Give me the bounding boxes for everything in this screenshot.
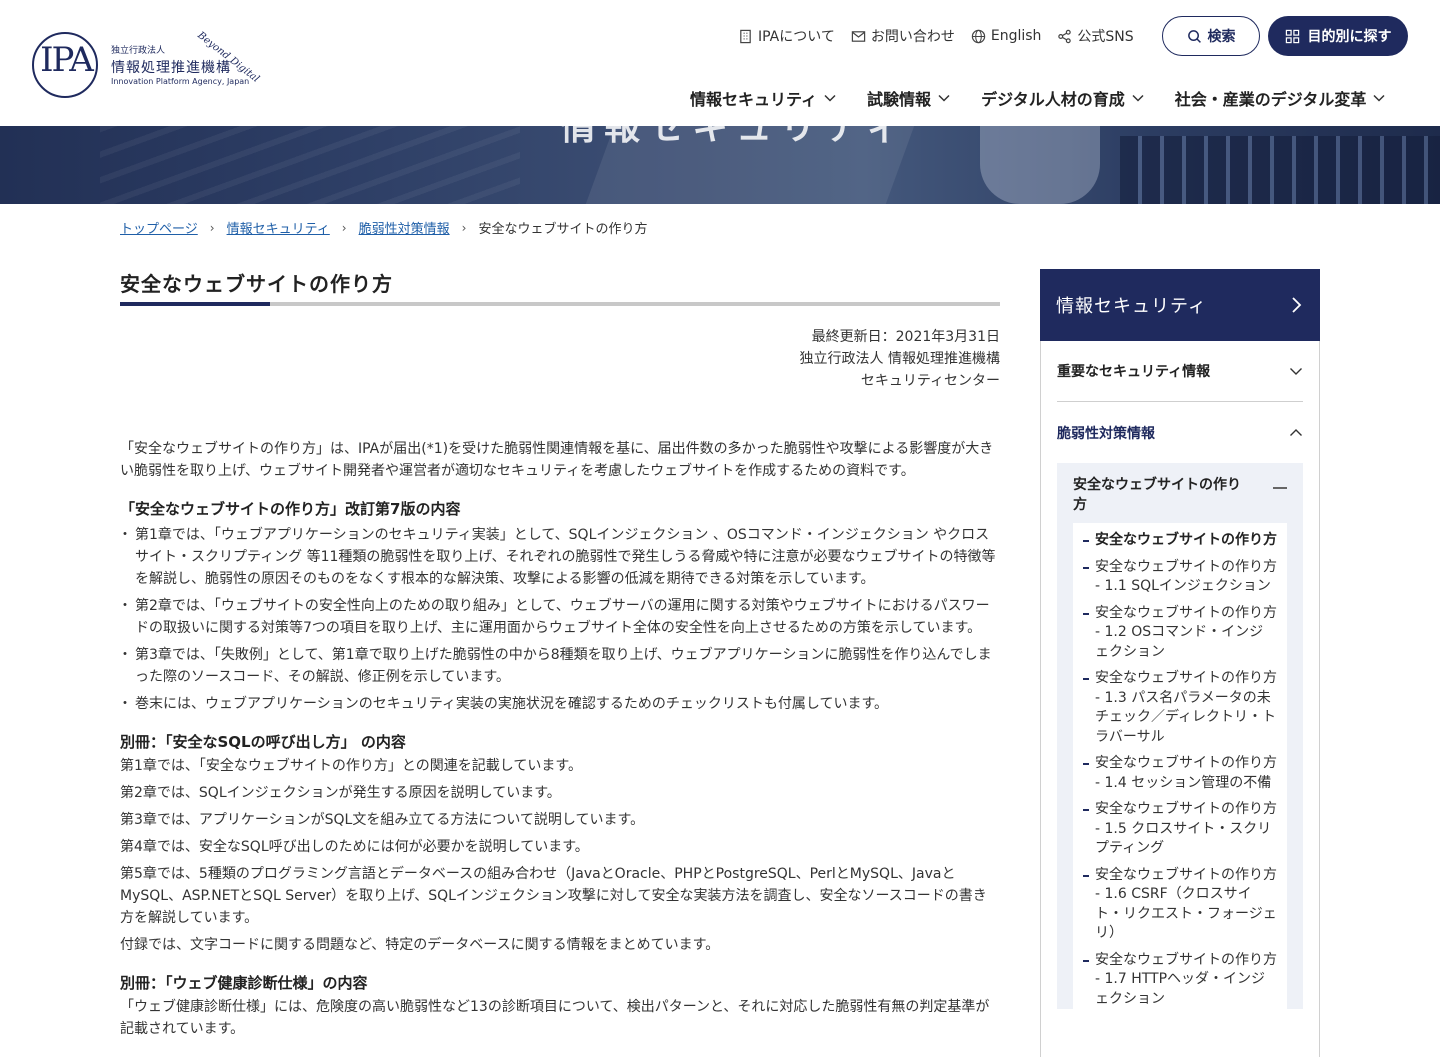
breadcrumb-link-top[interactable]: トップページ [120,218,198,237]
page-meta: 最終更新日：2021年3月31日 独立行政法人 情報処理推進機構 セキュリティセ… [120,326,1000,392]
section-heading: 別冊：「ウェブ健康診断仕様」の内容 [120,974,368,992]
hero-keyboard-image [1120,136,1440,204]
sidebar-sub-item[interactable]: 安全なウェブサイトの作り方 - 1.7 HTTPヘッダ・インジェクション [1083,951,1277,1010]
util-about-link[interactable]: IPAについて [738,26,835,46]
sidebar-subsection-toggle[interactable]: 安全なウェブサイトの作り方 [1073,475,1287,523]
sidebar-sub-item[interactable]: 安全なウェブサイトの作り方 - 1.3 パス名パラメータの未チェック／ディレクト… [1083,669,1277,747]
paragraph: 第3章では、アプリケーションがSQL文を組み立てる方法について説明しています。 [120,812,645,828]
sidebar-sub-item[interactable]: 安全なウェブサイトの作り方 - 1.6 CSRF（クロスサイト・リクエスト・フォ… [1083,866,1277,944]
ipa-logo[interactable]: IPA 独立行政法人 情報処理推進機構 Innovation Platform … [32,26,261,100]
section-heading: 別冊：「安全なSQLの呼び出し方」 の内容 [120,733,406,751]
sidebar-subsection-title: 安全なウェブサイトの作り方 [1073,477,1241,513]
paragraph: 「ウェブ健康診断仕様」には、危険度の高い脆弱性など13の診断項目について、検出パ… [120,999,990,1037]
breadcrumb-link-info-security[interactable]: 情報セキュリティ [227,218,330,237]
find-by-purpose-button[interactable]: 目的別に探す [1268,16,1408,56]
chevron-down-icon [1290,368,1302,375]
util-sns-link[interactable]: 公式SNS [1057,26,1134,46]
breadcrumb-link-vuln[interactable]: 脆弱性対策情報 [359,218,450,237]
building-icon [740,29,751,43]
list-item: 第2章では、「ウェブサイトの安全性向上のための取り組み」として、ウェブサーバの運… [118,595,1000,639]
chevron-down-icon [938,94,950,102]
utility-nav: IPAについて お問い合わせ English 公式SNS [738,24,1134,48]
nav-info-security-label: 情報セキュリティ [690,90,818,109]
chevron-up-icon [1290,428,1302,436]
list-item: 第1章では、「ウェブアプリケーションのセキュリティ実装」として、SQLインジェク… [118,524,1000,590]
hero-decoration [100,126,520,204]
breadcrumb: トップページ › 情報セキュリティ › 脆弱性対策情報 › 安全なウェブサイトの… [120,218,648,238]
logo-small-text: 独立行政法人 [111,46,166,56]
sidebar-item-label: 重要なセキュリティ情報 [1057,364,1211,380]
hero-banner: 情報セキュリティ [0,126,1440,204]
list-item: 巻末には、ウェブアプリケーションのセキュリティ実装の実施状況を確認するためのチェ… [118,693,1000,715]
last-updated: 最終更新日：2021年3月31日 [811,329,1000,345]
main-nav: 情報セキュリティ 試験情報 デジタル人材の育成 社会・産業のデジタル変革 [690,86,1386,110]
organization: 独立行政法人 情報処理推進機構 [799,351,1000,367]
nav-digital-talent[interactable]: デジタル人材の育成 [981,86,1145,110]
sidebar-sub-item[interactable]: 安全なウェブサイトの作り方 [1083,531,1277,551]
nav-digital-transformation-label: 社会・産業のデジタル変革 [1174,90,1367,109]
nav-info-security[interactable]: 情報セキュリティ [690,86,837,110]
chevron-down-icon [824,94,836,102]
sidebar-sub-item[interactable]: 安全なウェブサイトの作り方 - 1.1 SQLインジェクション [1083,558,1277,597]
section-list: 第1章では、「ウェブアプリケーションのセキュリティ実装」として、SQLインジェク… [118,524,1000,715]
paragraph: 第4章では、安全なSQL呼び出しのためには何が必要かを説明しています。 [120,839,589,855]
page-title: 安全なウェブサイトの作り方 [120,272,393,296]
chevron-right-icon: › [461,220,467,235]
search-icon [1187,29,1201,43]
sidebar-sub-list: 安全なウェブサイトの作り方 安全なウェブサイトの作り方 - 1.1 SQLインジ… [1073,523,1287,1009]
breadcrumb-current: 安全なウェブサイトの作り方 [478,222,648,237]
collapse-icon [1273,487,1287,489]
sidebar-item-vuln-info[interactable]: 脆弱性対策情報 [1057,402,1303,463]
nav-digital-talent-label: デジタル人材の育成 [981,90,1125,109]
util-english-label: English [990,28,1042,44]
search-button[interactable]: 検索 [1162,16,1260,56]
nav-exam-info[interactable]: 試験情報 [867,86,951,110]
chevron-right-icon [1292,297,1302,313]
util-about-label: IPAについて [758,29,835,45]
section-heading: 「安全なウェブサイトの作り方」改訂第7版の内容 [120,500,461,518]
util-contact-label: お問い合わせ [870,29,955,45]
chevron-right-icon: › [341,220,347,235]
search-button-label: 検索 [1207,29,1236,45]
util-contact-link[interactable]: お問い合わせ [851,26,955,46]
paragraph: 第1章では、「安全なウェブサイトの作り方」との関連を記載しています。 [120,758,582,774]
grid-icon [1285,29,1299,43]
logo-english-text: Innovation Platform Agency, Japan [111,77,250,86]
chevron-down-icon [1373,94,1385,102]
list-item: 第3章では、「失敗例」として、第1章で取り上げた脆弱性の中から8種類を取り上げ、… [118,644,1000,688]
find-by-purpose-label: 目的別に探す [1307,29,1392,45]
nav-digital-transformation[interactable]: 社会・産業のデジタル変革 [1175,86,1387,110]
title-underline [120,302,1000,306]
chevron-right-icon: › [209,220,215,235]
sidebar-subsection: 安全なウェブサイトの作り方 安全なウェブサイトの作り方 安全なウェブサイトの作り… [1057,463,1303,1009]
mail-icon [851,30,866,42]
share-icon [1058,29,1072,43]
sidebar: 情報セキュリティ 重要なセキュリティ情報 脆弱性対策情報 安全なウェブサイトの作… [1040,269,1320,1057]
hero-hand-image [980,126,1100,204]
sidebar-sub-item[interactable]: 安全なウェブサイトの作り方 - 1.2 OSコマンド・インジェクション [1083,604,1277,663]
sidebar-item-important-security[interactable]: 重要なセキュリティ情報 [1057,341,1303,402]
sidebar-sub-item[interactable]: 安全なウェブサイトの作り方 - 1.4 セッション管理の不備 [1083,754,1277,793]
paragraph: 第2章では、SQLインジェクションが発生する原因を説明しています。 [120,785,561,801]
main-content: 安全なウェブサイトの作り方 最終更新日：2021年3月31日 独立行政法人 情報… [118,268,1000,1045]
util-sns-label: 公式SNS [1077,29,1134,45]
intro-paragraph: 「安全なウェブサイトの作り方」は、IPAが届出(*1)を受けた脆弱性関連情報を基… [120,441,994,479]
logo-main-text: 情報処理推進機構 [111,60,231,76]
sidebar-title: 情報セキュリティ [1056,296,1207,317]
department: セキュリティセンター [860,373,1000,389]
sidebar-item-label: 脆弱性対策情報 [1057,425,1155,442]
paragraph: 付録では、文字コードに関する問題など、特定のデータベースに関する情報をまとめてい… [120,937,720,953]
paragraph: 第5章では、5種類のプログラミング言語とデータベースの組み合わせ（JavaとOr… [120,866,987,926]
globe-icon [971,29,986,43]
sidebar-header-link[interactable]: 情報セキュリティ [1040,269,1320,341]
site-header: IPA 独立行政法人 情報処理推進機構 Innovation Platform … [0,0,1440,126]
hero-title: 情報セキュリティ [560,126,910,148]
logo-mark-text: IPA [40,40,94,80]
nav-exam-info-label: 試験情報 [867,90,932,109]
chevron-down-icon [1132,94,1144,102]
sidebar-sub-item[interactable]: 安全なウェブサイトの作り方 - 1.5 クロスサイト・スクリプティング [1083,800,1277,859]
util-english-link[interactable]: English [971,28,1042,44]
